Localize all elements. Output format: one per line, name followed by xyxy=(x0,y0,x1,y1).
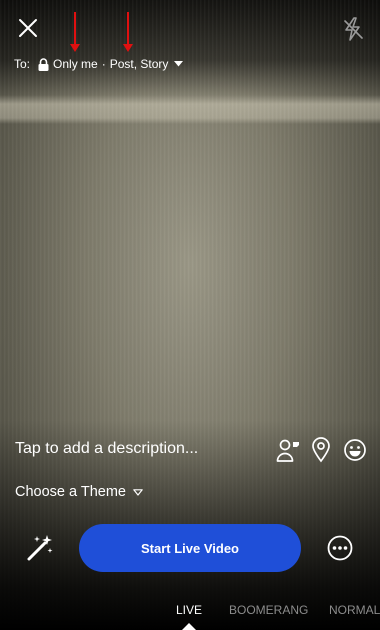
privacy-selector[interactable]: Only me xyxy=(53,57,98,71)
more-options-icon xyxy=(327,535,353,561)
magic-wand-icon xyxy=(27,535,53,561)
location-pin-icon xyxy=(312,437,330,463)
separator-dot: · xyxy=(101,57,106,71)
feeling-button[interactable] xyxy=(343,437,367,463)
effects-button[interactable] xyxy=(24,532,56,564)
description-input[interactable]: Tap to add a description... xyxy=(15,440,198,458)
theme-label: Choose a Theme xyxy=(15,484,126,500)
caret-down-icon[interactable] xyxy=(174,61,184,67)
selected-mode-indicator xyxy=(182,623,196,630)
lock-icon xyxy=(38,57,49,71)
tag-people-button[interactable] xyxy=(276,437,300,463)
close-icon xyxy=(19,19,37,37)
mode-tab-boomerang[interactable]: BOOMERANG xyxy=(229,603,308,617)
mode-tab-normal[interactable]: NORMAL xyxy=(329,603,380,617)
close-button[interactable] xyxy=(14,14,42,42)
caret-down-icon xyxy=(133,488,143,496)
location-button[interactable] xyxy=(311,437,331,463)
more-options-button[interactable] xyxy=(326,534,354,562)
annotation-arrow xyxy=(123,12,133,52)
start-live-video-button[interactable]: Start Live Video xyxy=(79,524,301,572)
annotation-arrow xyxy=(70,12,80,52)
destination-selector[interactable]: Post, Story xyxy=(110,57,169,71)
mode-tab-live[interactable]: LIVE xyxy=(176,603,202,617)
smiley-icon xyxy=(344,439,366,461)
audience-row: To: Only me · Post, Story xyxy=(14,55,184,73)
to-label: To: xyxy=(14,57,31,71)
tag-people-icon xyxy=(276,439,299,462)
flash-off-icon xyxy=(344,17,363,41)
flash-button[interactable] xyxy=(338,14,368,44)
theme-selector[interactable]: Choose a Theme xyxy=(15,484,143,500)
